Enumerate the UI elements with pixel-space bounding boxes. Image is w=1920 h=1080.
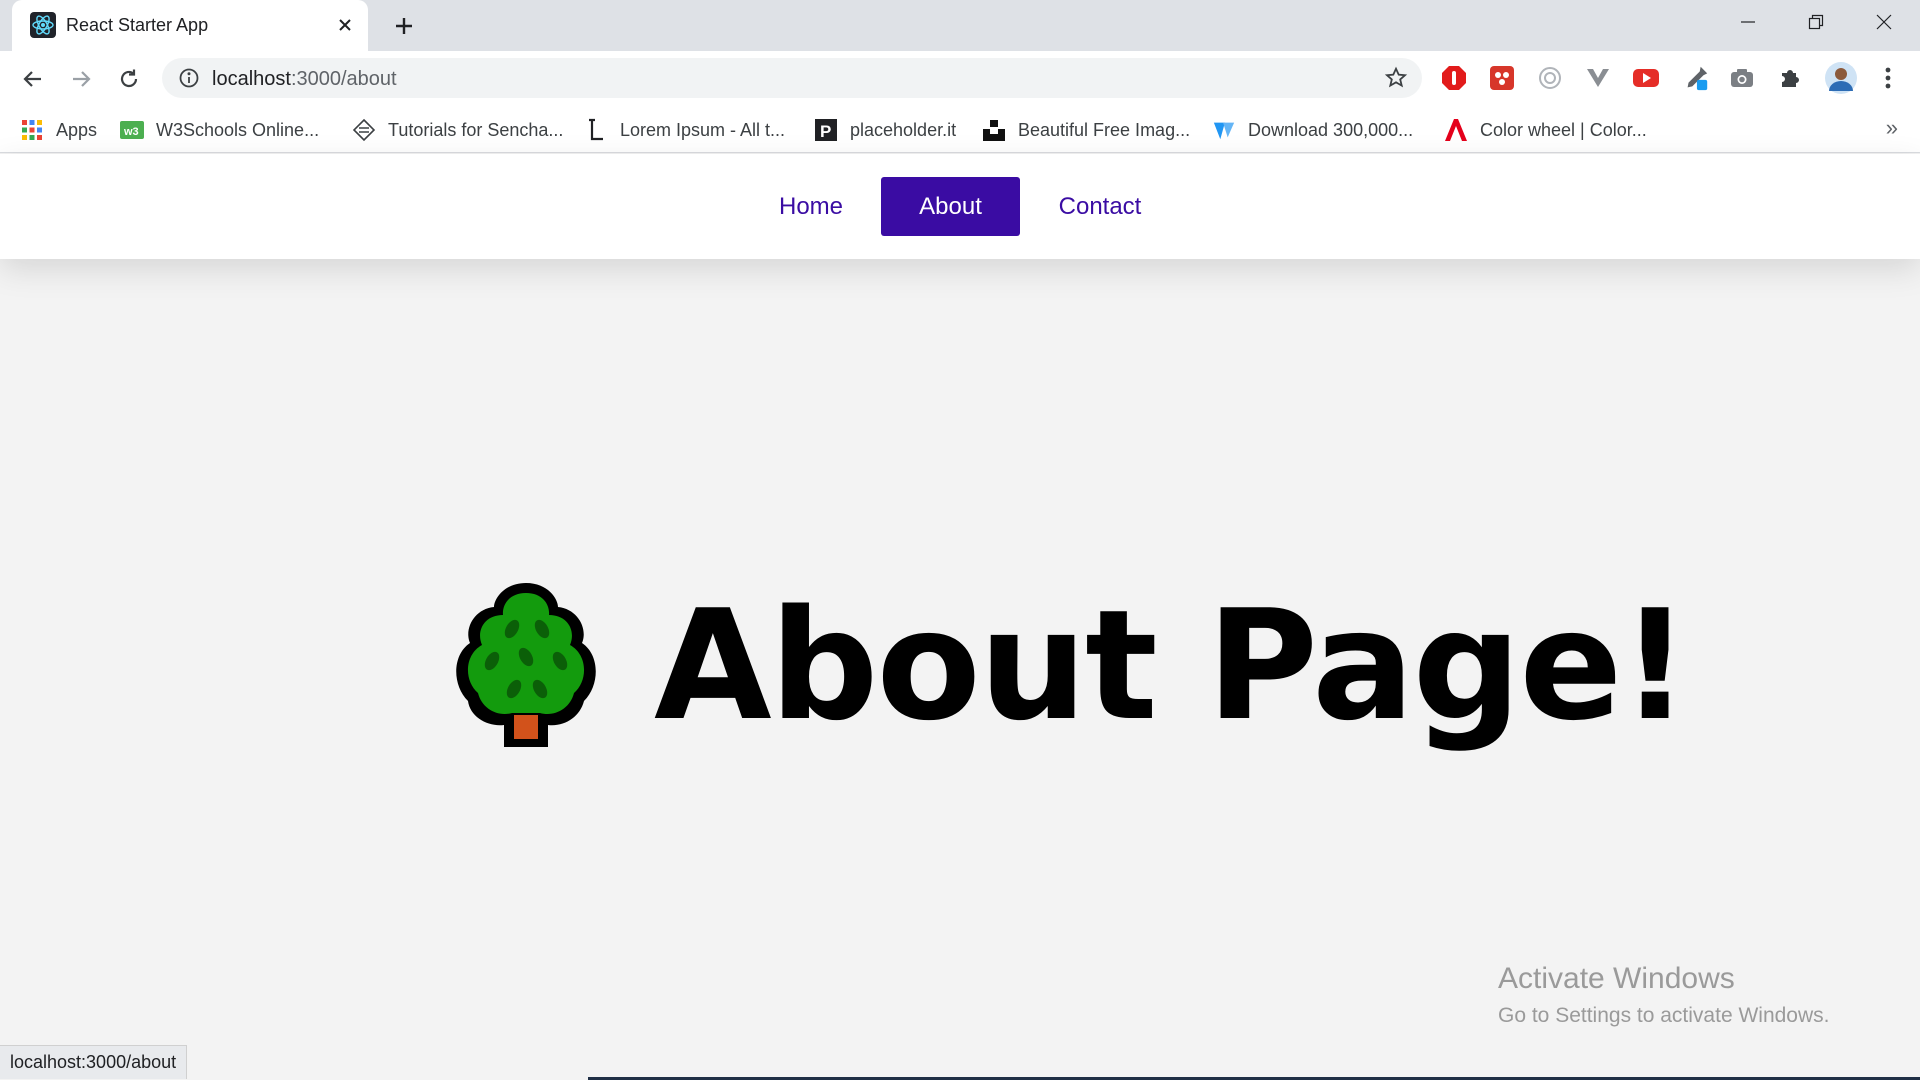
restore-icon[interactable] xyxy=(1800,8,1832,36)
bookmark-label: Apps xyxy=(56,119,98,140)
watermark-title: Activate Windows xyxy=(1498,962,1735,995)
tree-icon xyxy=(456,583,596,747)
browser-toolbar: localhost:3000/about xyxy=(0,51,1920,105)
bookmark-color-wheel[interactable]: Color wheel | Color... xyxy=(1444,117,1647,143)
bookmark-label: Lorem Ipsum - All t... xyxy=(620,119,786,140)
tab-title: React Starter App xyxy=(66,15,209,35)
page-title: About Page! xyxy=(654,576,1690,754)
svg-text:w3: w3 xyxy=(123,126,139,138)
bookmark-unsplash[interactable]: Beautiful Free Imag... xyxy=(982,117,1190,143)
adblock-icon[interactable] xyxy=(1440,64,1468,92)
youtube-icon[interactable] xyxy=(1632,64,1660,92)
browser-tab[interactable]: React Starter App xyxy=(12,0,368,51)
bookmarks-bar: Apps w3 W3Schools Online... Tutorials fo… xyxy=(0,105,1920,153)
bookmark-label: placeholder.it xyxy=(850,119,957,140)
target-icon[interactable] xyxy=(1536,64,1564,92)
minimize-icon[interactable] xyxy=(1732,8,1764,36)
tab-strip: React Starter App xyxy=(0,0,1920,51)
bookmark-lorem[interactable]: Lorem Ipsum - All t... xyxy=(584,117,785,143)
bookmark-label: Color wheel | Color... xyxy=(1480,119,1647,140)
plus-icon[interactable] xyxy=(390,12,418,40)
camera-icon[interactable] xyxy=(1728,64,1756,92)
arrow-right-icon[interactable] xyxy=(66,64,96,94)
svg-text:P: P xyxy=(820,122,831,141)
info-icon[interactable] xyxy=(178,67,200,89)
avatar[interactable] xyxy=(1824,61,1858,95)
nav-about-link[interactable]: About xyxy=(881,177,1020,236)
reload-icon[interactable] xyxy=(114,64,144,94)
url-path: :3000/about xyxy=(290,68,397,90)
nav-home-link[interactable]: Home xyxy=(760,177,862,236)
link-status-bar: localhost:3000/about xyxy=(0,1045,188,1079)
site-navbar: Home About Contact xyxy=(0,154,1920,259)
bookmark-label: Tutorials for Sencha... xyxy=(388,119,564,140)
vpn-icon[interactable] xyxy=(1584,64,1612,92)
download-site-icon xyxy=(1212,118,1236,142)
adobe-icon xyxy=(1444,118,1468,142)
lorem-icon xyxy=(584,118,608,142)
apps-grid-icon xyxy=(20,118,44,142)
address-bar[interactable]: localhost:3000/about xyxy=(162,58,1422,98)
bookmark-label: W3Schools Online... xyxy=(156,119,320,140)
bookmark-w3schools[interactable]: w3 W3Schools Online... xyxy=(120,117,319,143)
w3schools-icon: w3 xyxy=(120,118,144,142)
bookmarks-overflow-button[interactable]: » xyxy=(1886,115,1898,141)
bookmark-label: Download 300,000... xyxy=(1248,119,1414,140)
puzzle-icon[interactable] xyxy=(1776,64,1804,92)
bookmark-label: Beautiful Free Imag... xyxy=(1018,119,1191,140)
react-icon xyxy=(30,12,56,38)
bookmark-placeholder[interactable]: P placeholder.it xyxy=(814,117,956,143)
bookmark-download[interactable]: Download 300,000... xyxy=(1212,117,1413,143)
star-icon[interactable] xyxy=(1384,66,1408,90)
windows-activation-watermark: Activate Windows Go to Settings to activ… xyxy=(1498,962,1830,1028)
kebab-icon[interactable] xyxy=(1874,64,1902,92)
placeholder-icon: P xyxy=(814,118,838,142)
extension-red-icon[interactable] xyxy=(1488,64,1516,92)
eyedropper-icon[interactable] xyxy=(1682,64,1710,92)
arrow-left-icon[interactable] xyxy=(18,64,48,94)
unsplash-icon xyxy=(982,118,1006,142)
watermark-subtitle: Go to Settings to activate Windows. xyxy=(1498,1004,1830,1027)
page-hero: About Page! xyxy=(448,575,1690,755)
sencha-icon xyxy=(352,118,376,142)
bookmark-sencha[interactable]: Tutorials for Sencha... xyxy=(352,117,563,143)
close-window-icon[interactable] xyxy=(1868,8,1900,36)
nav-contact-link[interactable]: Contact xyxy=(1040,177,1160,236)
close-icon[interactable] xyxy=(334,14,356,36)
url-text[interactable]: localhost:3000/about xyxy=(212,68,397,91)
url-host: localhost xyxy=(212,68,291,90)
bookmark-apps[interactable]: Apps xyxy=(20,117,97,143)
